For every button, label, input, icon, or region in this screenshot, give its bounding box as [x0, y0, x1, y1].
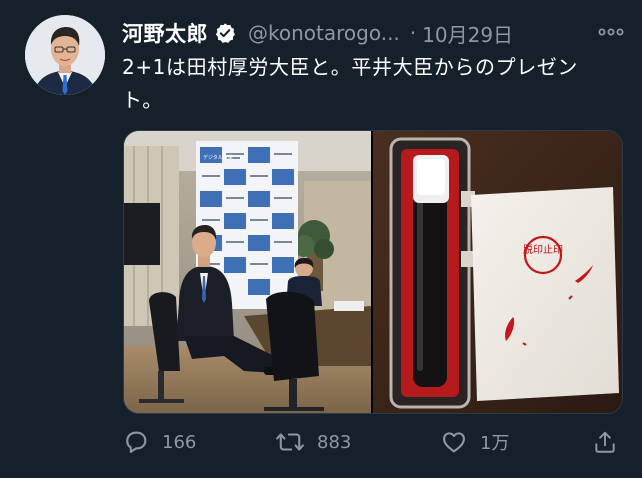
- reply-button[interactable]: 166: [122, 425, 196, 459]
- handle[interactable]: @konotarogo...: [248, 21, 400, 45]
- retweet-icon: [275, 428, 305, 456]
- more-icon[interactable]: [594, 20, 628, 44]
- photo-meeting-room[interactable]: デジタル改革: [124, 131, 371, 413]
- display-name[interactable]: 河野太郎: [122, 18, 208, 48]
- photo-stamp[interactable]: 脱印止印: [373, 131, 622, 413]
- tweet-text-line: ト。: [122, 88, 163, 112]
- tweet-text-line: 2+1は田村厚労大臣と。平井大臣からのプレゼン: [122, 55, 579, 79]
- tweet-header: 河野太郎 @konotarogo... · 10月29日: [122, 18, 628, 48]
- like-count: 1万: [480, 433, 510, 454]
- avatar[interactable]: [25, 15, 105, 95]
- separator-dot: ·: [409, 21, 417, 45]
- reply-icon: [122, 428, 150, 456]
- tweet-card[interactable]: 河野太郎 @konotarogo... · 10月29日 2+1は田村厚労大臣と…: [0, 0, 642, 478]
- tweet-media: デジタル改革 脱印止印: [123, 130, 623, 414]
- reply-count: 166: [162, 431, 197, 453]
- share-icon: [592, 428, 618, 456]
- heart-icon: [440, 428, 468, 456]
- retweet-count: 883: [317, 431, 352, 453]
- stamp-impression-text: 脱印止印: [523, 243, 563, 256]
- tweet-date[interactable]: 10月29日: [422, 19, 513, 48]
- like-button[interactable]: 1万: [440, 425, 509, 459]
- share-button[interactable]: [592, 425, 618, 459]
- retweet-button[interactable]: 883: [275, 425, 351, 459]
- verified-badge-icon: [214, 22, 236, 44]
- tweet-actions: 166 883 1万: [122, 425, 622, 459]
- avatar-photo: [25, 15, 105, 95]
- banner-sign-text: デジタル改革: [203, 154, 233, 161]
- tweet-text: 2+1は田村厚労大臣と。平井大臣からのプレゼン ト。: [122, 51, 622, 117]
